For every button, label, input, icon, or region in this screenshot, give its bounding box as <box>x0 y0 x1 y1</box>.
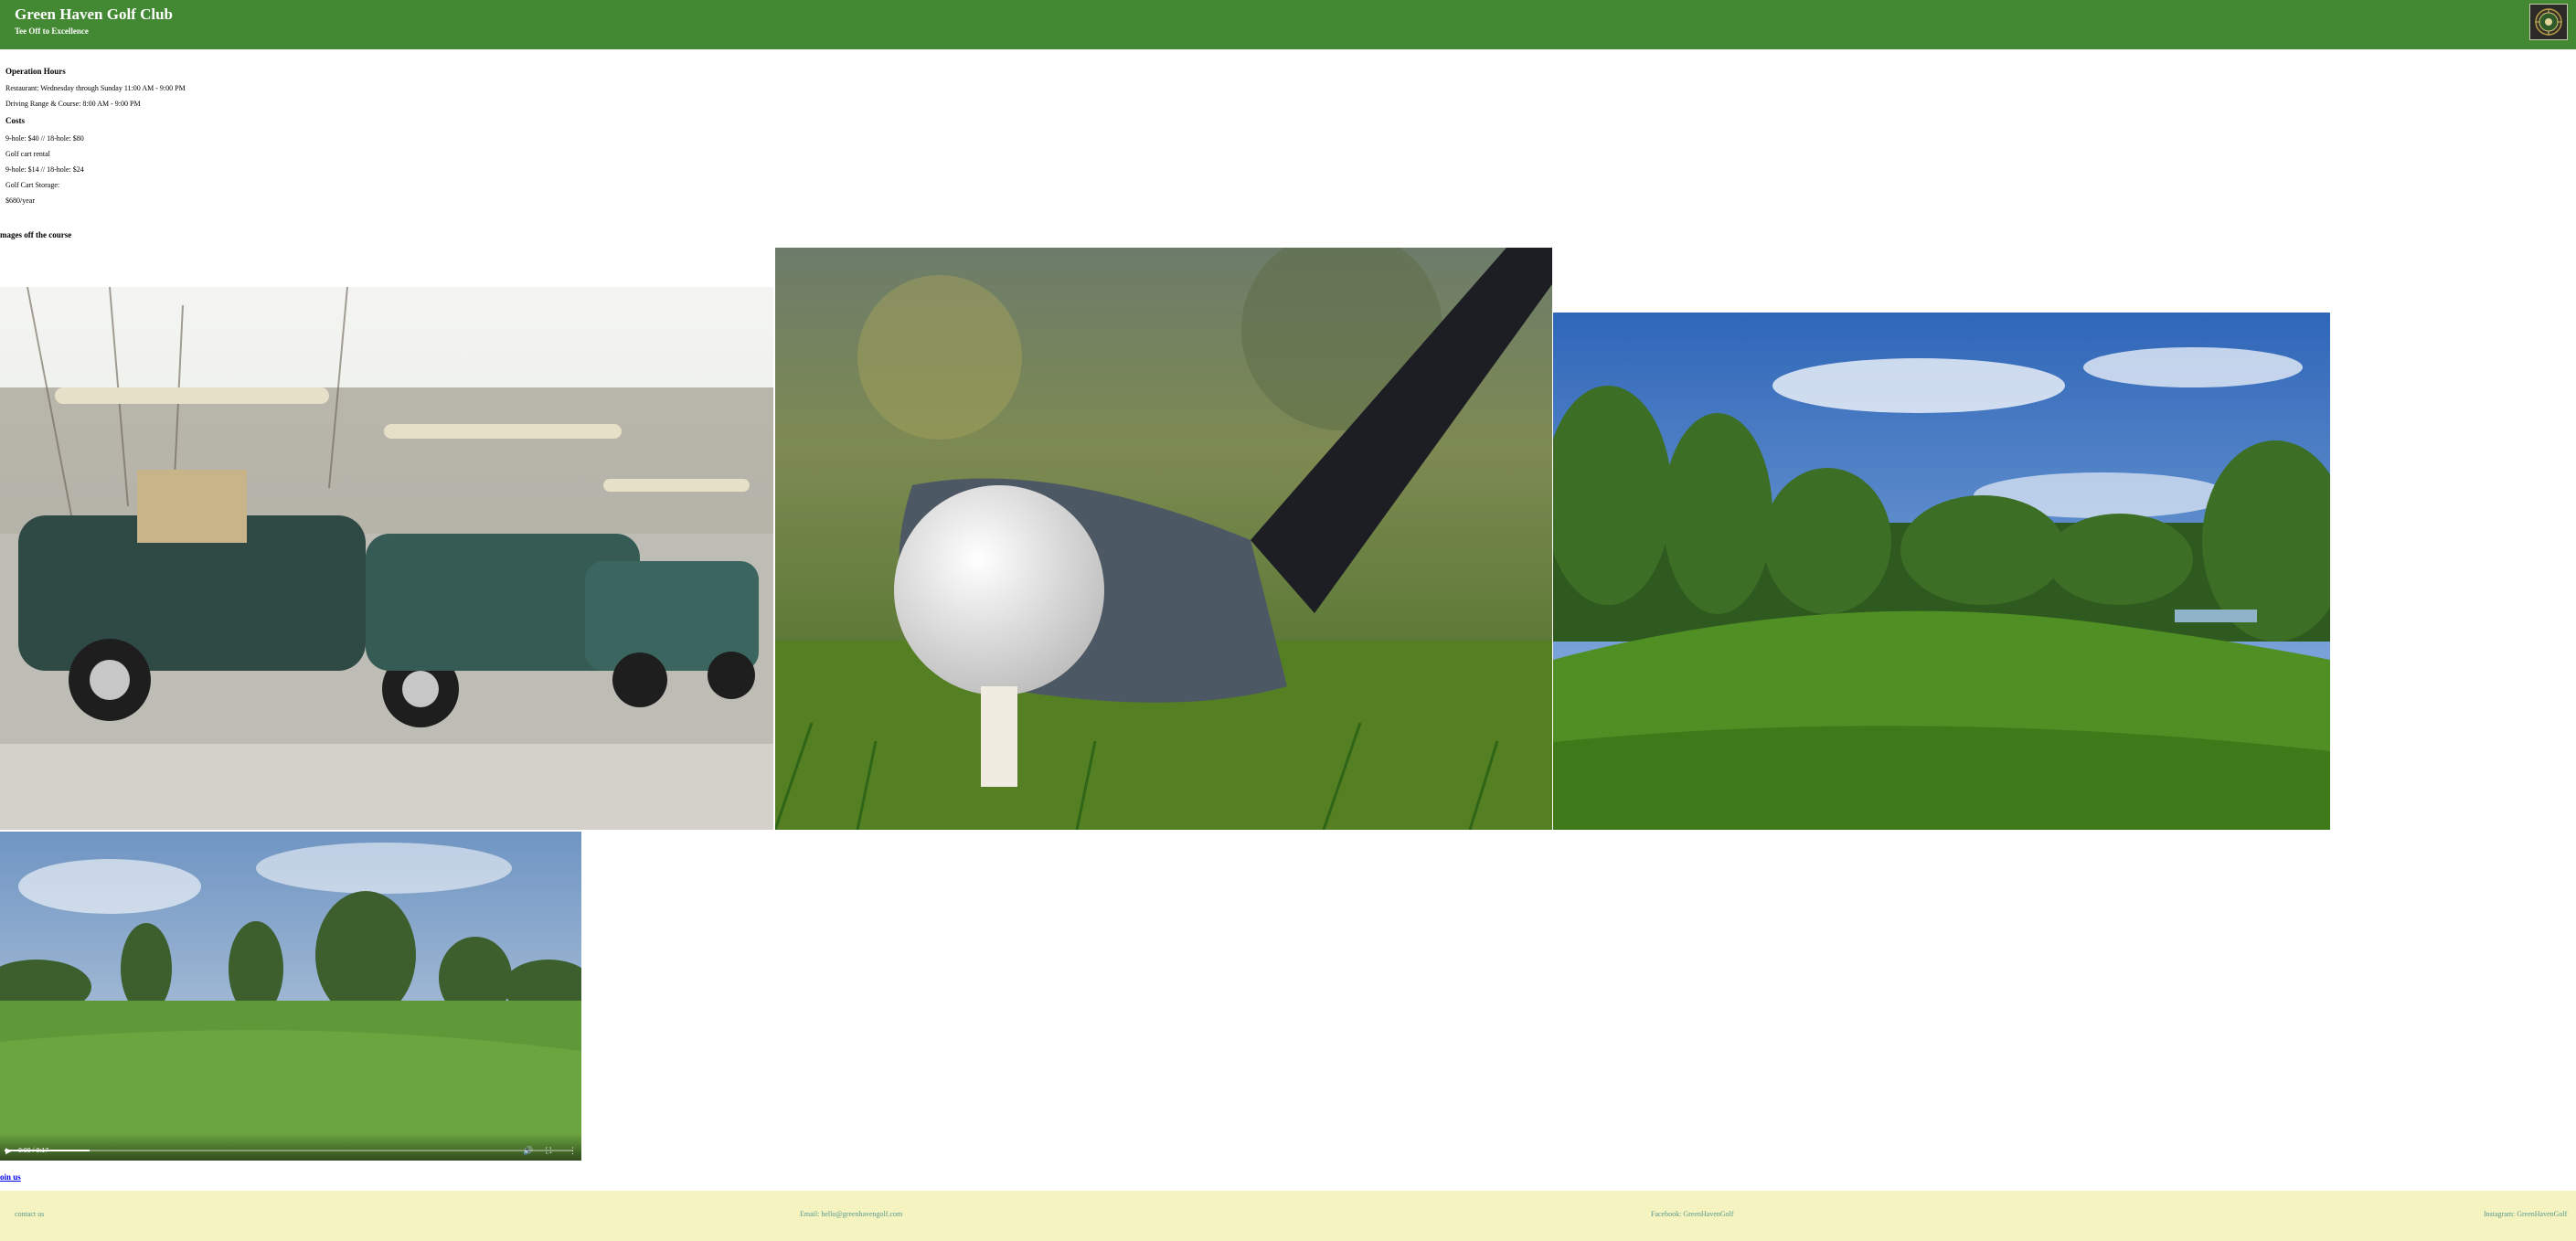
site-footer: contact us Email: hello@greenhavengolf.c… <box>0 1191 2576 1241</box>
course-video[interactable]: ▶ 0:00 / 0:17 🔊 ⛶ ⋮ <box>0 832 581 1161</box>
page-subtitle: Tee Off to Excellence <box>15 27 89 36</box>
hours-heading: Operation Hours <box>5 67 66 76</box>
site-header: Green Haven Golf Club Tee Off to Excelle… <box>0 0 2576 49</box>
video-time: 0:00 / 0:17 <box>18 1147 48 1156</box>
footer-instagram[interactable]: Instagram: GreenHavenGolf <box>2484 1209 2567 1220</box>
course-landscape-photo <box>1553 313 2330 830</box>
cart-rental-fees: 9-hole: $14 // 18-hole: $24 <box>5 165 84 174</box>
footer-contact: contact us <box>15 1210 45 1218</box>
costs-heading: Costs <box>5 116 26 125</box>
green-fees: 9-hole: $40 // 18-hole: $80 <box>5 134 84 143</box>
footer-email[interactable]: Email: hello@greenhavengolf.com <box>800 1209 902 1220</box>
restaurant-hours: Restaurant: Wednesday through Sunday 11:… <box>5 84 186 92</box>
video-controls: ▶ 0:00 / 0:17 🔊 ⛶ ⋮ <box>0 1133 581 1161</box>
club-crest-logo[interactable] <box>2529 4 2568 40</box>
cart-rental-label: Golf cart rental <box>5 150 50 158</box>
golf-carts-photo <box>0 287 773 830</box>
page-title: Green Haven Golf Club <box>15 5 173 23</box>
join-us-link[interactable]: oin us <box>0 1172 21 1183</box>
video-progress-fill <box>5 1150 90 1151</box>
gallery-title: mages off the course <box>0 230 72 239</box>
footer-facebook[interactable]: Facebook: GreenHavenGolf <box>1651 1209 1733 1220</box>
range-hours: Driving Range & Course: 8:00 AM - 9:00 P… <box>5 100 141 108</box>
cart-storage-fee: $680/year <box>5 196 35 205</box>
cart-storage-label: Golf Cart Storage: <box>5 181 60 189</box>
driver-and-ball-photo <box>775 248 1552 830</box>
video-progress[interactable] <box>5 1150 573 1151</box>
